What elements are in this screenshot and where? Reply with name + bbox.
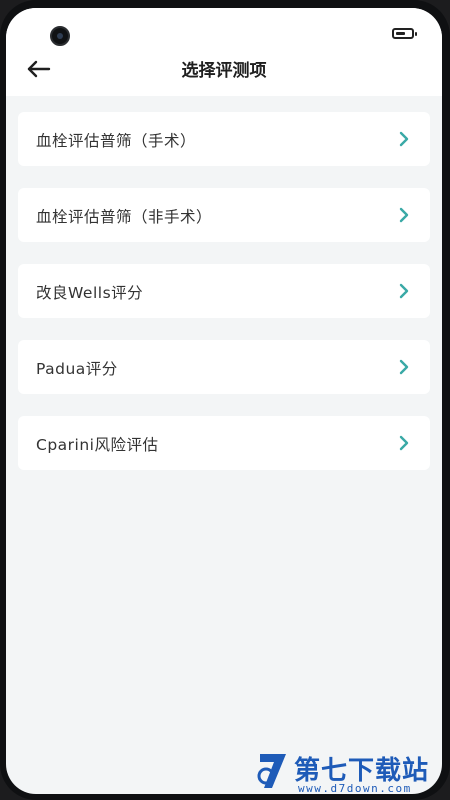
list-item-modified-wells[interactable]: 改良Wells评分 (18, 264, 430, 318)
list-item-label: 血栓评估普筛（非手术） (36, 208, 213, 226)
battery-icon (392, 28, 417, 39)
status-bar (6, 8, 442, 48)
list-item-label: 血栓评估普筛（手术） (36, 132, 197, 150)
page-title: 选择评测项 (181, 61, 267, 81)
app-header: 选择评测项 (6, 48, 442, 96)
assessment-list: 血栓评估普筛（手术） 血栓评估普筛（非手术） 改良Wells评分 Padua评分 (18, 112, 430, 492)
watermark-logo-icon (256, 750, 290, 790)
list-item-nonsurgical-screening[interactable]: 血栓评估普筛（非手术） (18, 188, 430, 242)
list-item-surgical-screening[interactable]: 血栓评估普筛（手术） (18, 112, 430, 166)
list-item-label: Cparini风险评估 (36, 436, 159, 454)
list-item-label: 改良Wells评分 (36, 284, 144, 302)
watermark: 第七下载站 www.d7down.com (250, 748, 450, 800)
phone-frame: 选择评测项 血栓评估普筛（手术） 血栓评估普筛（非手术） 改良Wells评分 P… (0, 0, 450, 800)
chevron-right-icon (398, 434, 410, 452)
chevron-right-icon (398, 206, 410, 224)
front-camera (50, 26, 70, 46)
watermark-url: www.d7down.com (298, 782, 412, 795)
chevron-right-icon (398, 282, 410, 300)
chevron-right-icon (398, 130, 410, 148)
list-item-label: Padua评分 (36, 360, 118, 378)
list-item-padua[interactable]: Padua评分 (18, 340, 430, 394)
list-item-caprini[interactable]: Cparini风险评估 (18, 416, 430, 470)
chevron-right-icon (398, 358, 410, 376)
screen: 选择评测项 血栓评估普筛（手术） 血栓评估普筛（非手术） 改良Wells评分 P… (6, 8, 442, 794)
